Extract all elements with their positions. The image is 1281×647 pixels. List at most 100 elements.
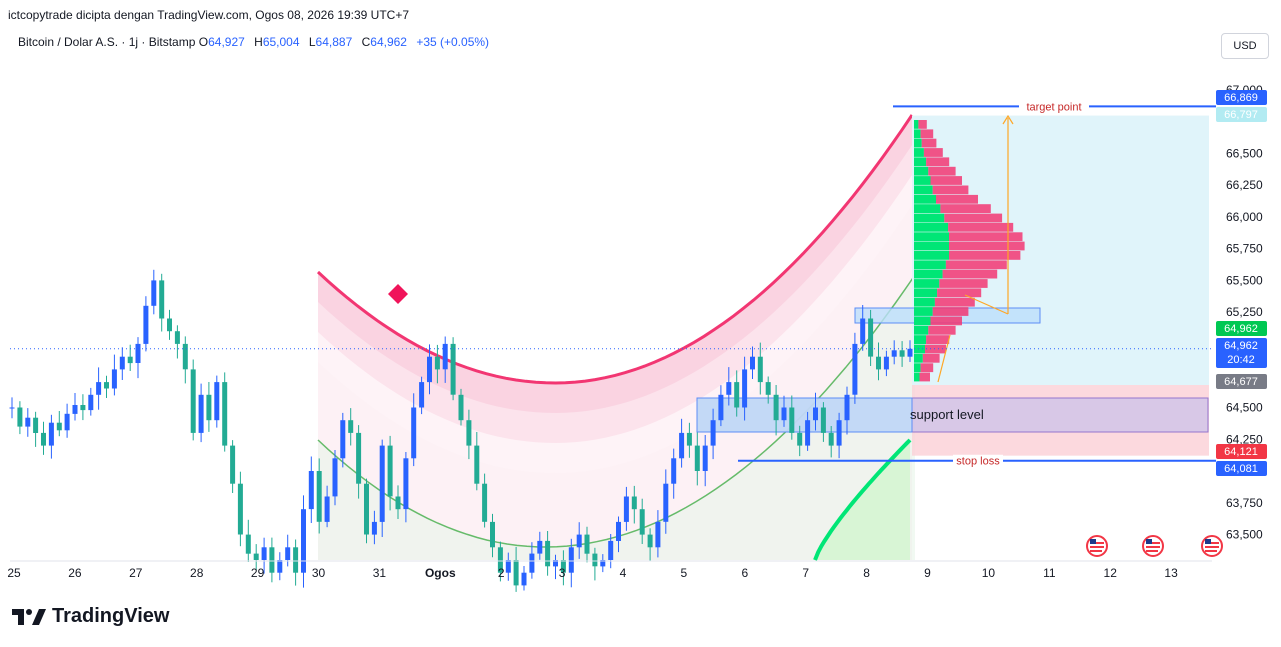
support-label: support level [910, 407, 984, 422]
x-tick-label: 29 [251, 566, 265, 580]
profile-bar-pink [939, 279, 988, 288]
x-tick-label: 3 [559, 566, 566, 580]
candle-body [277, 560, 283, 573]
economic-events [1086, 535, 1223, 557]
candle-body [513, 560, 519, 586]
profile-bar-green [914, 148, 924, 157]
profile-bar-pink [940, 204, 991, 213]
price-tag-value: 64,962 [1224, 340, 1258, 352]
candle-body [686, 432, 692, 446]
candle-body [482, 483, 488, 522]
candle-body [647, 534, 653, 548]
profile-bar-green [914, 307, 933, 316]
tradingview-logo: TradingView [12, 605, 169, 628]
candle-body [356, 432, 362, 484]
candle-body [750, 356, 755, 370]
candle-body [466, 420, 472, 446]
price-tag-value: 64,677 [1224, 376, 1258, 388]
profile-bar-pink [926, 335, 950, 344]
candle-body [899, 350, 905, 357]
x-tick-label: 12 [1104, 566, 1118, 580]
candle-body [828, 432, 834, 446]
profile-bar-pink [918, 120, 927, 129]
y-tick-label: 65,250 [1226, 305, 1263, 319]
x-tick-label: 30 [312, 566, 326, 580]
x-tick-label: 6 [741, 566, 748, 580]
candle-body [245, 534, 251, 554]
candle-body [222, 382, 228, 446]
flag-canton [1205, 539, 1211, 544]
x-tick-label: 25 [7, 566, 21, 580]
signal-diamond [388, 284, 408, 304]
candle-body [111, 369, 117, 389]
candle-body [88, 394, 94, 411]
profile-bar-green [914, 297, 935, 307]
candle-body [592, 553, 598, 567]
tradingview-logo-icon [12, 608, 46, 625]
candle-body [427, 356, 432, 383]
candle-body [765, 382, 771, 395]
candle-body [529, 553, 535, 573]
candle-body [143, 305, 149, 344]
profile-bar-green [914, 288, 938, 298]
profile-bar-green [914, 138, 922, 148]
candle-body [403, 458, 409, 510]
profile-bar-pink [919, 372, 930, 382]
y-tick-label: 66,250 [1226, 178, 1263, 192]
candle-body [702, 445, 708, 471]
profile-bar-green [914, 335, 927, 344]
profile-bar-pink [926, 157, 950, 167]
profile-bar-green [914, 260, 946, 270]
candle-body [584, 534, 590, 554]
profile-bar-pink [949, 232, 1023, 242]
candle-body [127, 356, 133, 364]
candle-body [206, 394, 212, 421]
profile-bar-green [914, 204, 941, 213]
profile-bar-pink [944, 213, 1003, 223]
candle-body [237, 483, 243, 535]
profile-bar-pink [937, 288, 982, 298]
x-tick-label: 5 [681, 566, 688, 580]
candle-body [844, 394, 850, 421]
x-tick-label: 31 [373, 566, 387, 580]
candle-body [119, 356, 125, 370]
candle-body [568, 547, 574, 573]
profile-bar-green [914, 372, 920, 382]
candle-body [655, 521, 661, 548]
profile-bar-pink [921, 138, 937, 148]
price-chart[interactable]: target pointsupport levelstop loss 67,00… [0, 0, 1281, 647]
profile-bar-pink [942, 269, 998, 279]
candle-body [348, 420, 354, 433]
candle-body [332, 458, 338, 497]
candle-body [773, 394, 779, 421]
candle-body [631, 496, 637, 510]
y-tick-label: 66,000 [1226, 210, 1263, 224]
candle-body [340, 420, 346, 459]
price-tag-countdown: 20:42 [1227, 354, 1255, 366]
candle-body [230, 445, 236, 484]
candle-body [490, 521, 495, 548]
profile-bar-green [914, 279, 940, 288]
candle-body [907, 348, 913, 357]
profile-bar-green [914, 269, 943, 279]
candle-body [734, 382, 740, 408]
drawing-overlays [316, 114, 1209, 561]
profile-bar-green [914, 194, 936, 204]
x-tick-label: 9 [924, 566, 931, 580]
candle-body [450, 343, 456, 395]
candle-body [671, 458, 677, 484]
profile-bar-pink [945, 260, 1007, 270]
candle-body [419, 382, 425, 408]
candle-body [789, 407, 795, 433]
candle-body [545, 540, 551, 567]
y-tick-label: 63,500 [1226, 528, 1263, 542]
price-tag-value: 66,797 [1224, 109, 1258, 121]
profile-bar-pink [923, 148, 943, 157]
candle-body [269, 547, 275, 573]
time-axis[interactable]: 25 26 27 28 29 30 31 Ogos 2 3 4 5 6 7 8 9 10 11 12 13 [7, 560, 1212, 580]
profile-bar-pink [948, 222, 1014, 232]
candle-body [742, 369, 748, 408]
candle-body [434, 356, 440, 370]
profile-bar-pink [928, 166, 956, 176]
candle-body [261, 547, 267, 560]
